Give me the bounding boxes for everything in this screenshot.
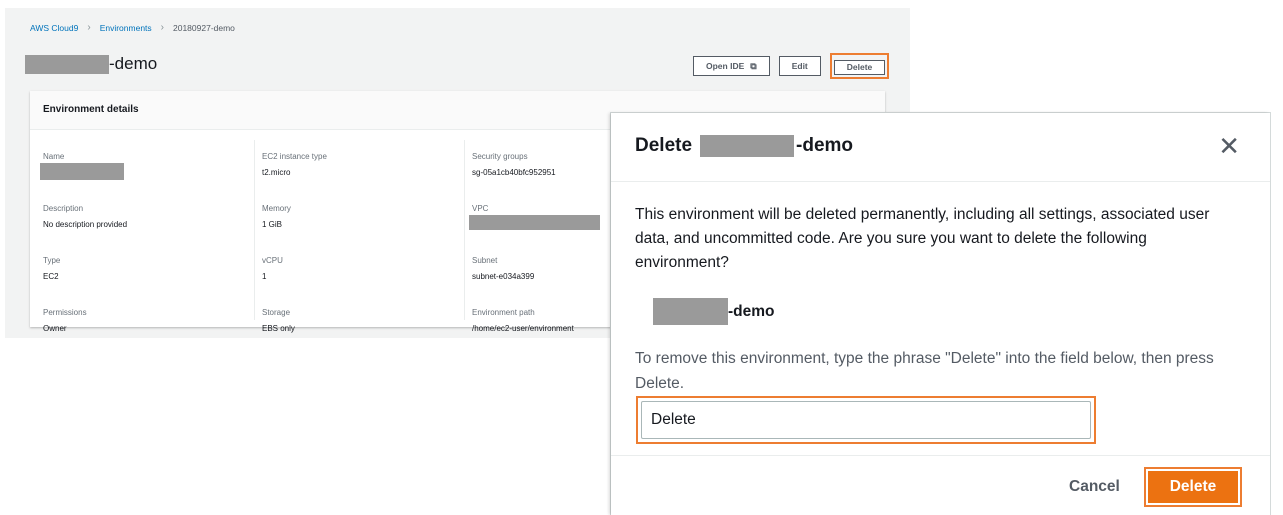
- field-value: t2.micro: [262, 168, 291, 177]
- dialog-title: Delete -demo: [635, 135, 853, 157]
- breadcrumb-aws-cloud9[interactable]: AWS Cloud9: [30, 23, 78, 33]
- field-vcpu: vCPU 1: [262, 256, 464, 296]
- chevron-right-icon: ›: [160, 22, 164, 33]
- field-permissions: Permissions Owner: [43, 308, 253, 348]
- details-column-1: Name Description No description provided…: [40, 140, 253, 348]
- chevron-right-icon: ›: [87, 22, 91, 33]
- edit-button[interactable]: Edit: [778, 56, 821, 76]
- confirm-delete-input[interactable]: [641, 401, 1091, 439]
- dialog-instruction: To remove this environment, type the phr…: [635, 350, 1214, 392]
- field-label: EC2 instance type: [262, 152, 327, 161]
- field-label: Permissions: [43, 308, 87, 317]
- page-actions: Open IDE ⧉ Edit Delete: [693, 53, 890, 79]
- redacted-vpc-value: [469, 215, 600, 230]
- dialog-header: Delete -demo ✕: [611, 113, 1270, 182]
- field-label: Name: [43, 152, 65, 161]
- breadcrumb: AWS Cloud9 › Environments › 20180927-dem…: [30, 22, 235, 33]
- page-title-suffix: -demo: [109, 54, 158, 73]
- field-label: Memory: [262, 204, 291, 213]
- field-value: Owner: [43, 324, 67, 333]
- redacted-name-value: [40, 163, 124, 180]
- confirm-highlight: Delete: [1144, 467, 1242, 507]
- environment-name: -demo: [653, 298, 775, 325]
- field-type: Type EC2: [43, 256, 253, 296]
- field-label: Storage: [262, 308, 291, 317]
- close-icon[interactable]: ✕: [1218, 133, 1240, 159]
- field-value: No description provided: [43, 220, 128, 229]
- field-value: 1 GiB: [262, 220, 283, 229]
- input-highlight: [636, 396, 1096, 444]
- field-label: vCPU: [262, 256, 283, 265]
- details-column-2: EC2 instance type t2.micro Memory 1 GiB …: [254, 140, 464, 333]
- open-ide-button[interactable]: Open IDE ⧉: [693, 56, 770, 76]
- page-title: -demo: [25, 54, 157, 74]
- field-name: Name: [40, 152, 253, 192]
- field-memory: Memory 1 GiB: [262, 204, 464, 244]
- delete-button[interactable]: Delete: [833, 59, 886, 75]
- redacted-name: [700, 135, 795, 157]
- dialog-title-prefix: Delete: [635, 135, 693, 156]
- breadcrumb-current: 20180927-demo: [173, 22, 235, 33]
- field-value: EBS only: [262, 324, 295, 333]
- field-description: Description No description provided: [43, 204, 253, 244]
- dialog-title-suffix: -demo: [796, 135, 854, 156]
- field-storage: Storage EBS only: [262, 308, 464, 348]
- field-value: 1: [262, 272, 267, 281]
- delete-dialog: Delete -demo ✕ This environment will be …: [611, 113, 1270, 515]
- delete-highlight: Delete: [829, 53, 890, 79]
- confirm-delete-button[interactable]: Delete: [1148, 471, 1238, 503]
- external-link-icon: ⧉: [750, 60, 757, 71]
- redacted-name: [25, 54, 109, 74]
- breadcrumb-environments[interactable]: Environments: [100, 23, 152, 33]
- environment-name-suffix: -demo: [728, 302, 775, 320]
- field-label: Description: [43, 204, 84, 213]
- open-ide-label: Open IDE: [706, 61, 745, 71]
- cancel-button[interactable]: Cancel: [1069, 478, 1120, 496]
- redacted-name: [653, 298, 728, 325]
- field-value: EC2: [43, 272, 59, 281]
- dialog-message: This environment will be deleted permane…: [635, 206, 1210, 271]
- dialog-footer: Cancel Delete: [611, 455, 1270, 515]
- field-label: Type: [43, 256, 61, 265]
- field-instance-type: EC2 instance type t2.micro: [262, 152, 464, 192]
